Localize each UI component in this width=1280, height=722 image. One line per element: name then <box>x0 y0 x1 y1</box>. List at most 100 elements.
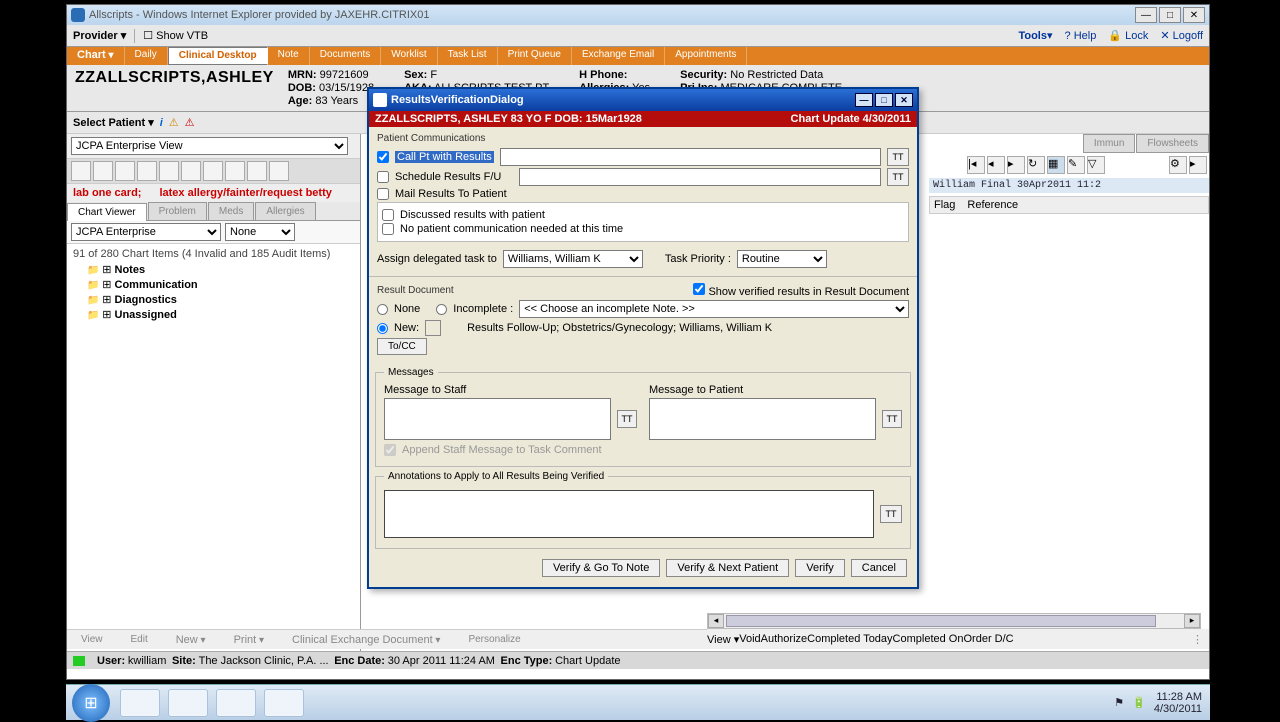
menu-void[interactable]: Void <box>739 633 760 645</box>
tray-battery-icon[interactable]: 🔋 <box>1132 696 1146 709</box>
cancel-button[interactable]: Cancel <box>851 559 907 577</box>
dialog-minimize[interactable]: — <box>855 93 873 107</box>
new-radio[interactable] <box>377 323 388 334</box>
tab-appointments[interactable]: Appointments <box>665 47 747 65</box>
tb-btn[interactable] <box>181 161 201 181</box>
dialog-titlebar[interactable]: ResultsVerificationDialog — □ ✕ <box>369 89 917 111</box>
taskbar-app2[interactable] <box>264 689 304 717</box>
tab-clinical-desktop[interactable]: Clinical Desktop <box>168 47 268 65</box>
alert-icon[interactable]: ⚠ <box>185 116 195 129</box>
provider-dropdown[interactable]: Provider ▾ <box>73 29 126 42</box>
menu-new[interactable]: New ▾ <box>162 634 220 646</box>
chart-main-tab[interactable]: Chart ▾ <box>67 47 125 65</box>
tab-problem[interactable]: Problem <box>148 202 207 220</box>
help-link[interactable]: ? Help <box>1065 30 1097 42</box>
view-icon[interactable]: ▦ <box>1047 156 1065 174</box>
tt-button[interactable]: TT <box>617 410 637 428</box>
verify-button[interactable]: Verify <box>795 559 845 577</box>
tree-notes[interactable]: ⊞ Notes <box>87 262 354 277</box>
call-pt-checkbox[interactable] <box>377 151 389 163</box>
menu-completed-today[interactable]: Completed Today <box>807 633 892 645</box>
incomplete-select[interactable]: << Choose an incomplete Note. >> <box>519 300 909 318</box>
menu-order-dc[interactable]: Order D/C <box>963 633 1013 645</box>
show-vtb-checkbox[interactable]: ☐ Show VTB <box>143 29 208 42</box>
taskbar-explorer[interactable] <box>120 689 160 717</box>
tab-task-list[interactable]: Task List <box>438 47 498 65</box>
menu-view-r[interactable]: View ▾ <box>707 633 739 646</box>
tab-immun[interactable]: Immun <box>1083 134 1136 153</box>
taskbar-ie[interactable] <box>216 689 256 717</box>
msg-patient-input[interactable] <box>649 398 876 440</box>
show-verified-checkbox[interactable] <box>693 283 705 295</box>
result-row[interactable]: William Final 30Apr2011 11:2 <box>929 178 1209 193</box>
lock-link[interactable]: 🔒 Lock <box>1108 29 1148 42</box>
menu-print[interactable]: Print ▾ <box>220 634 278 646</box>
menu-personalize[interactable]: Personalize <box>454 634 534 645</box>
edit-icon[interactable]: ✎ <box>1067 156 1085 174</box>
filter-select[interactable]: None <box>225 223 295 241</box>
tab-flowsheets[interactable]: Flowsheets <box>1136 134 1209 153</box>
tab-print-queue[interactable]: Print Queue <box>498 47 572 65</box>
tb-btn[interactable] <box>159 161 179 181</box>
tray-flag-icon[interactable]: ⚑ <box>1114 696 1124 709</box>
call-pt-input[interactable] <box>500 148 881 166</box>
discussed-checkbox[interactable] <box>382 209 394 221</box>
tocc-button[interactable]: To/CC <box>377 338 427 355</box>
select-patient-dropdown[interactable]: Select Patient ▾ <box>73 116 154 129</box>
filter-icon[interactable]: ▽ <box>1087 156 1105 174</box>
nav-prev-icon[interactable]: ◂ <box>987 156 1005 174</box>
tab-documents[interactable]: Documents <box>310 47 382 65</box>
logoff-link[interactable]: ✕ Logoff <box>1160 29 1203 42</box>
horizontal-scrollbar[interactable]: ◂ ▸ <box>707 613 1201 629</box>
tb-btn[interactable] <box>71 161 91 181</box>
schedule-input[interactable] <box>519 168 881 186</box>
tab-note[interactable]: Note <box>268 47 310 65</box>
tb-btn[interactable] <box>225 161 245 181</box>
tb-btn[interactable] <box>93 161 113 181</box>
nav-last-icon[interactable]: ▸ <box>1189 156 1207 174</box>
tb-btn[interactable] <box>269 161 289 181</box>
tab-exchange-email[interactable]: Exchange Email <box>572 47 665 65</box>
priority-select[interactable]: Routine <box>737 250 827 268</box>
none-radio[interactable] <box>377 304 388 315</box>
tt-button[interactable]: TT <box>887 168 909 186</box>
verify-goto-button[interactable]: Verify & Go To Note <box>542 559 660 577</box>
menu-view[interactable]: View <box>67 634 117 645</box>
tb-btn[interactable] <box>115 161 135 181</box>
maximize-button[interactable]: □ <box>1159 7 1181 23</box>
refresh-icon[interactable]: ↻ <box>1027 156 1045 174</box>
schedule-checkbox[interactable] <box>377 171 389 183</box>
tb-btn[interactable] <box>137 161 157 181</box>
menu-completed-on[interactable]: Completed On <box>893 633 964 645</box>
note-icon[interactable] <box>425 320 441 336</box>
start-button[interactable]: ⊞ <box>72 684 110 722</box>
tb-btn[interactable] <box>203 161 223 181</box>
tree-diagnostics[interactable]: ⊞ Diagnostics <box>87 292 354 307</box>
incomplete-radio[interactable] <box>436 304 447 315</box>
dialog-close[interactable]: ✕ <box>895 93 913 107</box>
view-select[interactable]: JCPA Enterprise View <box>71 137 348 155</box>
menu-authorize[interactable]: Authorize <box>761 633 807 645</box>
nav-next-icon[interactable]: ▸ <box>1007 156 1025 174</box>
tray-clock[interactable]: 11:28 AM4/30/2011 <box>1154 691 1202 715</box>
verify-next-button[interactable]: Verify & Next Patient <box>666 559 789 577</box>
menu-exchange[interactable]: Clinical Exchange Document ▾ <box>278 634 454 646</box>
tree-unassigned[interactable]: ⊞ Unassigned <box>87 307 354 322</box>
tab-worklist[interactable]: Worklist <box>381 47 437 65</box>
close-button[interactable]: ✕ <box>1183 7 1205 23</box>
tree-communication[interactable]: ⊞ Communication <box>87 277 354 292</box>
minimize-button[interactable]: — <box>1135 7 1157 23</box>
tools-menu[interactable]: Tools▾ <box>1018 29 1052 42</box>
scroll-thumb[interactable] <box>726 615 1156 627</box>
tt-button[interactable]: TT <box>880 505 902 523</box>
menu-more-icon[interactable]: ⋮ <box>1192 633 1203 646</box>
dialog-maximize[interactable]: □ <box>875 93 893 107</box>
mail-checkbox[interactable] <box>377 188 389 200</box>
tab-chart-viewer[interactable]: Chart Viewer <box>67 203 147 221</box>
info-icon[interactable]: i <box>160 117 163 129</box>
tab-meds[interactable]: Meds <box>208 202 254 220</box>
tool-icon[interactable]: ⚙ <box>1169 156 1187 174</box>
system-tray[interactable]: ⚑ 🔋 11:28 AM4/30/2011 <box>1106 691 1210 715</box>
tab-daily[interactable]: Daily <box>125 47 168 65</box>
msg-staff-input[interactable] <box>384 398 611 440</box>
